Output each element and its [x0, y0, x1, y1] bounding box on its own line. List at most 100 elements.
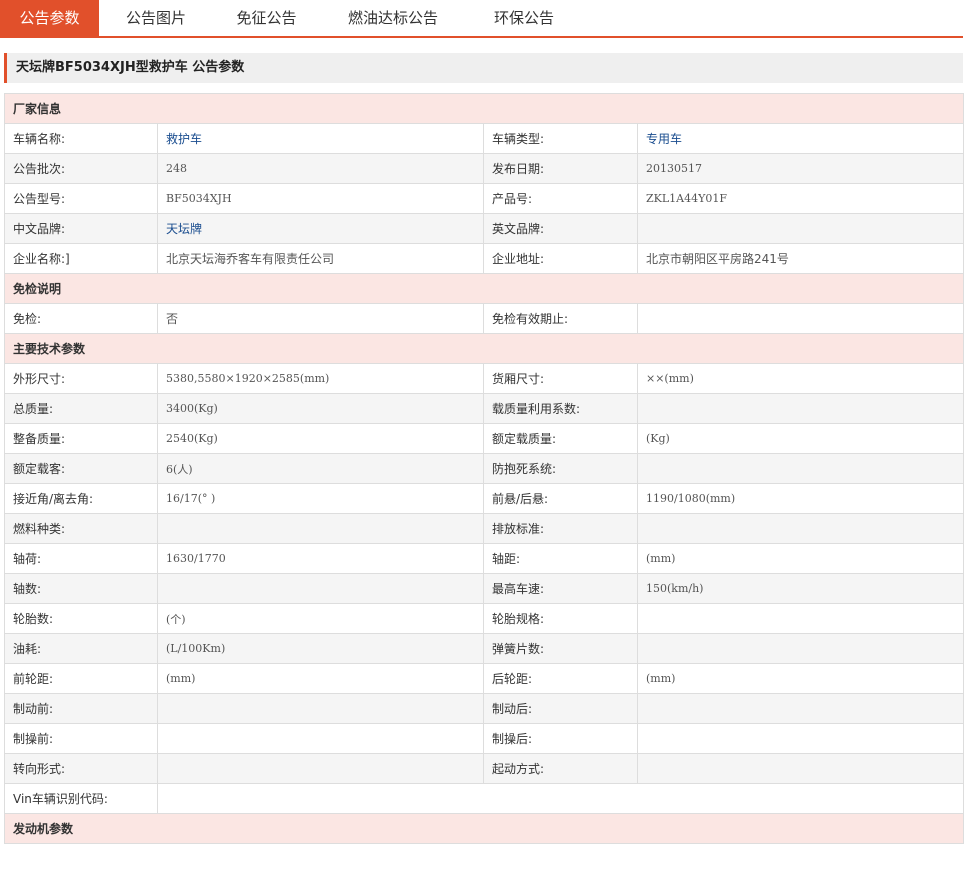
- table-row: 轮胎数: (个) 轮胎规格:: [4, 603, 965, 634]
- param-label: 转向形式:: [4, 753, 158, 784]
- tab-fuel-standard[interactable]: 燃油达标公告: [320, 0, 466, 36]
- model-label: 公告型号:: [4, 183, 158, 214]
- param-label: 制动后:: [483, 693, 638, 724]
- exempt-valid-until-value: [636, 303, 965, 334]
- en-brand-value: [636, 213, 965, 244]
- table-row: 油耗: (L/100Km) 弹簧片数:: [4, 633, 965, 664]
- param-label: 油耗:: [4, 633, 158, 664]
- batch-value: 248: [157, 153, 484, 184]
- en-brand-label: 英文品牌:: [483, 213, 638, 244]
- table-row: Vin车辆识别代码:: [4, 783, 965, 814]
- param-label: 制操前:: [4, 723, 158, 754]
- param-value: [636, 693, 965, 724]
- tab-bar: 公告参数 公告图片 免征公告 燃油达标公告 环保公告: [0, 0, 963, 38]
- param-value: 150(km/h): [636, 573, 965, 604]
- vehicle-type-label: 车辆类型:: [483, 123, 638, 154]
- param-label: 排放标准:: [483, 513, 638, 544]
- product-no-value: ZKL1A44Y01F: [636, 183, 965, 214]
- exempt-value: 否: [157, 303, 484, 334]
- param-value: 1190/1080(mm): [636, 483, 965, 514]
- page-title-bar: 天坛牌BF5034XJH型救护车 公告参数: [4, 53, 963, 83]
- product-no-label: 产品号:: [483, 183, 638, 214]
- table-row: 接近角/离去角: 16/17(° ) 前悬/后悬: 1190/1080(mm): [4, 483, 965, 514]
- table-row: 外形尺寸: 5380,5580×1920×2585(mm) 货厢尺寸: ××(m…: [4, 363, 965, 394]
- param-value: ××(mm): [636, 363, 965, 394]
- table-row: 总质量: 3400(Kg) 载质量利用系数:: [4, 393, 965, 424]
- tab-announcement-params[interactable]: 公告参数: [0, 0, 99, 36]
- table-row: 中文品牌: 天坛牌 英文品牌:: [4, 213, 965, 244]
- param-label: 额定载客:: [4, 453, 158, 484]
- param-label: 起动方式:: [483, 753, 638, 784]
- table-row: 制操前: 制操后:: [4, 723, 965, 754]
- address-label: 企业地址:: [483, 243, 638, 274]
- table-row: 免检: 否 免检有效期止:: [4, 303, 965, 334]
- tab-announcement-images[interactable]: 公告图片: [99, 0, 213, 36]
- param-label: 轮胎数:: [4, 603, 158, 634]
- param-label: 接近角/离去角:: [4, 483, 158, 514]
- param-value: [636, 393, 965, 424]
- param-value: [157, 693, 484, 724]
- tab-tax-exemption[interactable]: 免征公告: [213, 0, 320, 36]
- param-label: 轴荷:: [4, 543, 158, 574]
- param-value: 16/17(° ): [157, 483, 484, 514]
- param-label: 轮胎规格:: [483, 603, 638, 634]
- exempt-label: 免检:: [4, 303, 158, 334]
- address-value: 北京市朝阳区平房路241号: [636, 243, 965, 274]
- table-row: 轴荷: 1630/1770 轴距: (mm): [4, 543, 965, 574]
- page-title: 天坛牌BF5034XJH型救护车 公告参数: [16, 60, 245, 75]
- section-header-engine: 发动机参数: [3, 813, 965, 844]
- param-value: [636, 603, 965, 634]
- param-value: [636, 453, 965, 484]
- model-value: BF5034XJH: [157, 183, 484, 214]
- table-row: 转向形式: 起动方式:: [4, 753, 965, 784]
- param-value: 6(人): [157, 453, 484, 484]
- param-value: (mm): [636, 543, 965, 574]
- param-value: (mm): [636, 663, 965, 694]
- vehicle-name-link[interactable]: 救护车: [157, 123, 484, 154]
- table-row: 公告批次: 248 发布日期: 20130517: [4, 153, 965, 184]
- param-label: 燃料种类:: [4, 513, 158, 544]
- param-label: 防抱死系统:: [483, 453, 638, 484]
- param-value: 2540(Kg): [157, 423, 484, 454]
- param-label: 总质量:: [4, 393, 158, 424]
- table-row: 前轮距: (mm) 后轮距: (mm): [4, 663, 965, 694]
- param-label: 前悬/后悬:: [483, 483, 638, 514]
- param-value: [157, 753, 484, 784]
- param-label: 前轮距:: [4, 663, 158, 694]
- table-row: 车辆名称: 救护车 车辆类型: 专用车: [4, 123, 965, 154]
- vin-value: [156, 783, 965, 814]
- param-value: [636, 513, 965, 544]
- param-value: [636, 753, 965, 784]
- param-label: 载质量利用系数:: [483, 393, 638, 424]
- section-header-tech: 主要技术参数: [3, 333, 965, 364]
- exempt-valid-until-label: 免检有效期止:: [483, 303, 638, 334]
- param-label: 后轮距:: [483, 663, 638, 694]
- tab-environmental[interactable]: 环保公告: [466, 0, 582, 36]
- param-label: 额定载质量:: [483, 423, 638, 454]
- param-value: [157, 723, 484, 754]
- table-row: 额定载客: 6(人) 防抱死系统:: [4, 453, 965, 484]
- batch-label: 公告批次:: [4, 153, 158, 184]
- release-date-label: 发布日期:: [483, 153, 638, 184]
- param-value: [157, 573, 484, 604]
- param-value: (个): [157, 603, 484, 634]
- param-label: 制动前:: [4, 693, 158, 724]
- param-label: 制操后:: [483, 723, 638, 754]
- table-row: 企业名称:] 北京天坛海乔客车有限责任公司 企业地址: 北京市朝阳区平房路241…: [4, 243, 965, 274]
- param-label: 外形尺寸:: [4, 363, 158, 394]
- param-value: (mm): [157, 663, 484, 694]
- param-value: 1630/1770: [157, 543, 484, 574]
- table-row: 燃料种类: 排放标准:: [4, 513, 965, 544]
- vin-label: Vin车辆识别代码:: [4, 783, 158, 814]
- release-date-value: 20130517: [636, 153, 965, 184]
- param-label: 货厢尺寸:: [483, 363, 638, 394]
- param-label: 整备质量:: [4, 423, 158, 454]
- param-value: [636, 633, 965, 664]
- section-header-exemption: 免检说明: [3, 273, 965, 304]
- param-label: 最高车速:: [483, 573, 638, 604]
- cn-brand-label: 中文品牌:: [4, 213, 158, 244]
- vehicle-type-link[interactable]: 专用车: [636, 123, 965, 154]
- param-value: (L/100Km): [157, 633, 484, 664]
- param-value: 3400(Kg): [157, 393, 484, 424]
- cn-brand-link[interactable]: 天坛牌: [157, 213, 484, 244]
